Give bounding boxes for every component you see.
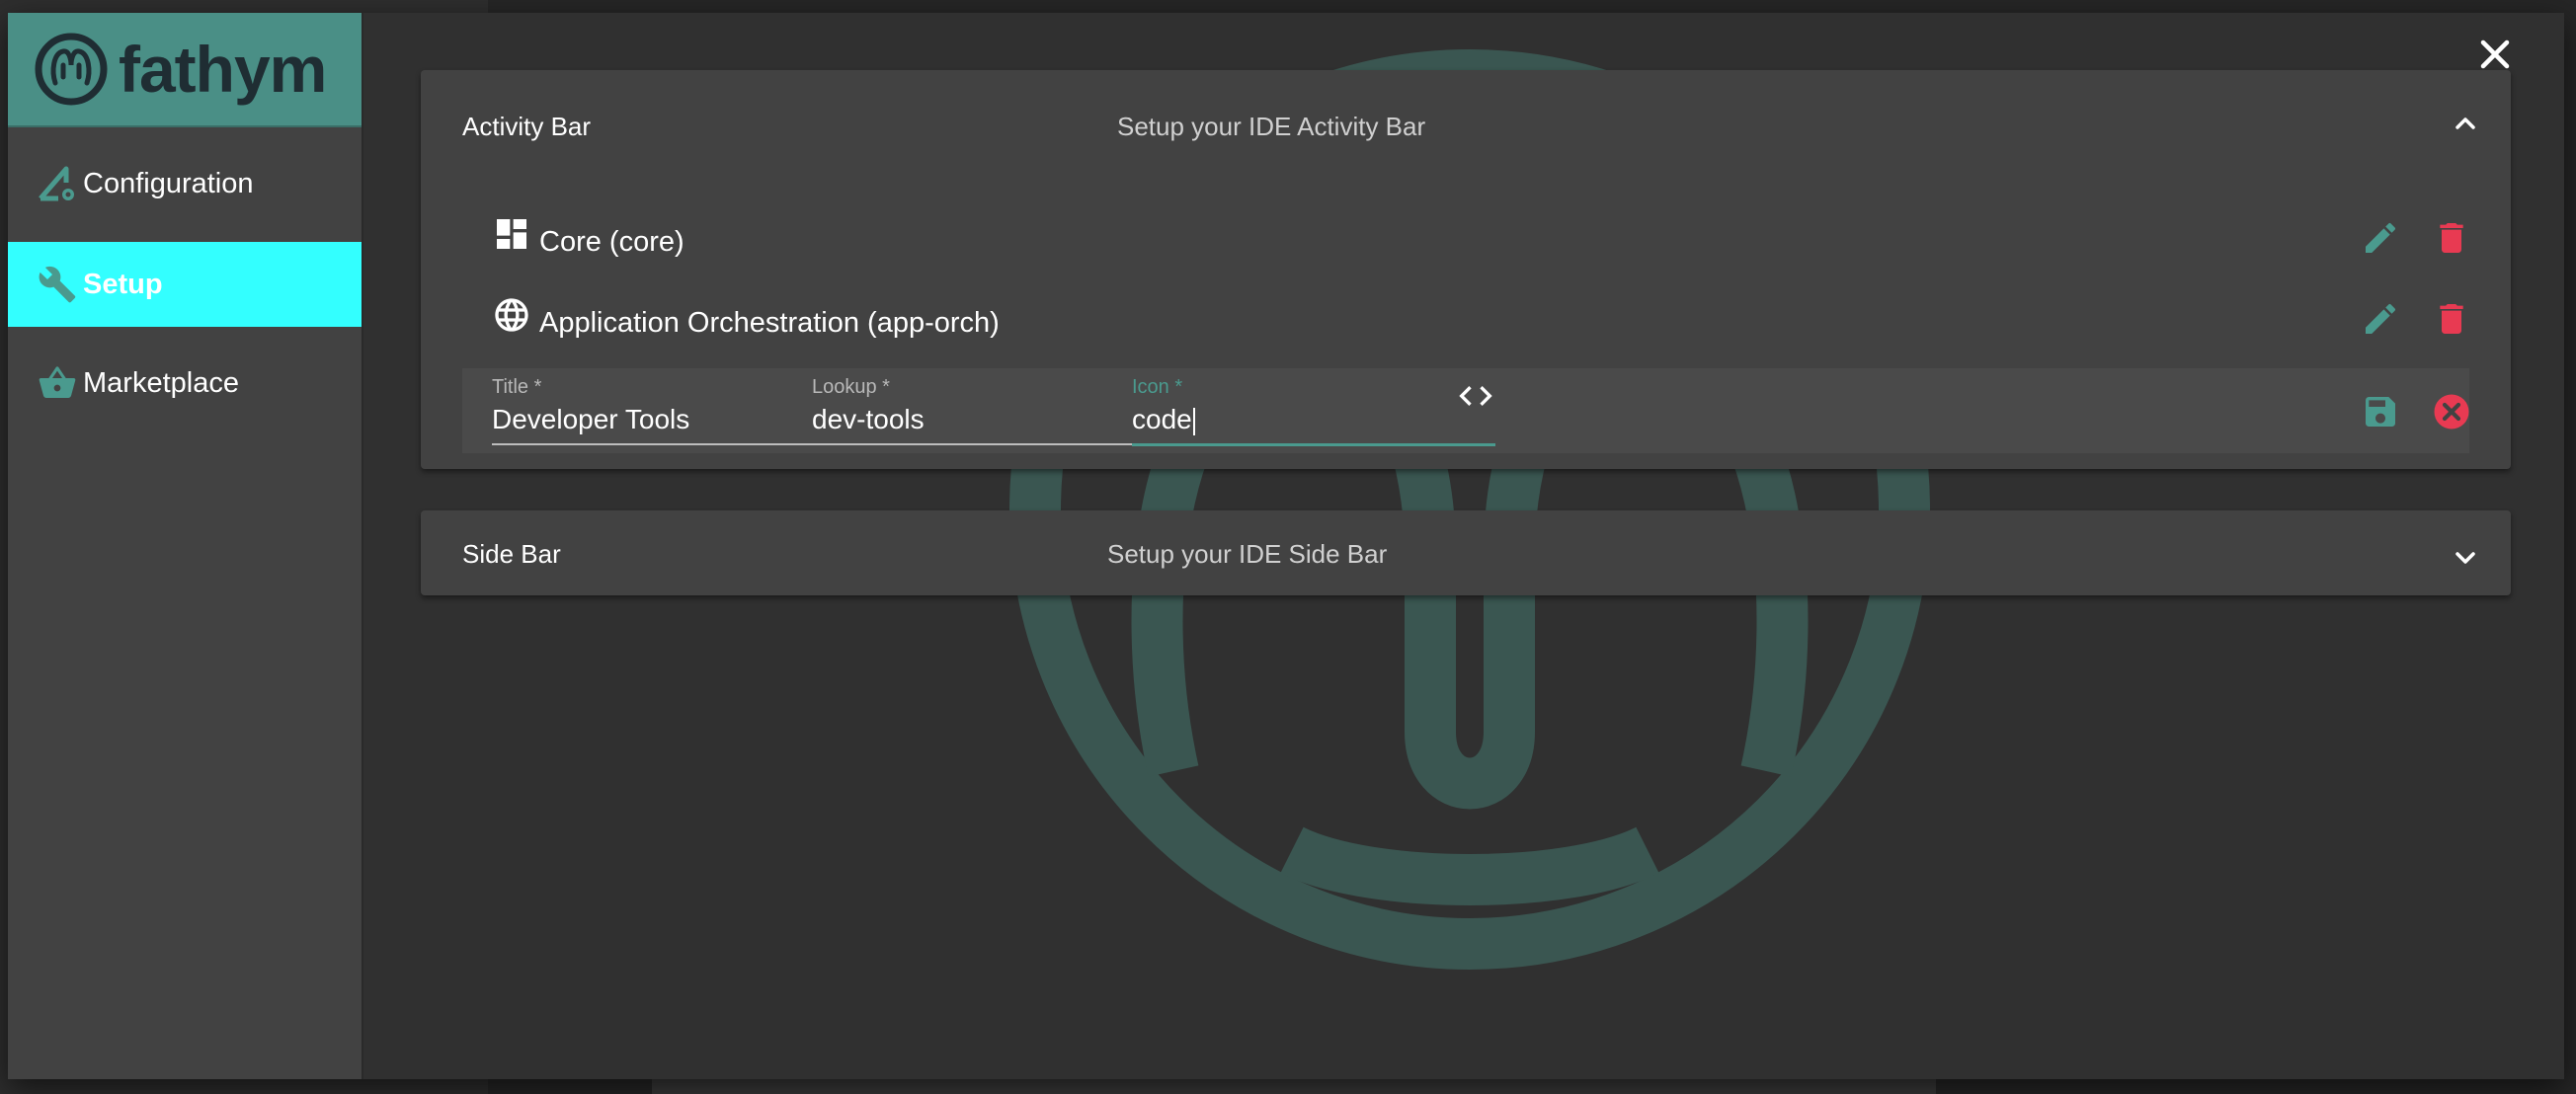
settings-triangle-icon: [36, 162, 79, 205]
close-icon: [2480, 39, 2510, 69]
lookup-underline: [812, 443, 1132, 445]
save-button[interactable]: [2357, 388, 2404, 435]
chevron-down-icon[interactable]: [2448, 540, 2483, 576]
activity-item-edit-form: Title * Developer Tools Lookup * dev-too…: [462, 368, 2469, 453]
wrench-icon: [36, 263, 79, 306]
activity-bar-header[interactable]: Activity Bar Setup your IDE Activity Bar: [421, 70, 2511, 181]
panel-description: Setup your IDE Activity Bar: [1117, 112, 1426, 141]
panel-title: Activity Bar: [462, 112, 592, 141]
activity-item: Application Orchestration (app-orch): [462, 289, 2469, 368]
lookup-field-label: Lookup *: [812, 376, 890, 398]
code-icon: [1452, 376, 1499, 416]
cancel-circle-icon: [2434, 394, 2469, 430]
save-icon: [2366, 397, 2395, 427]
edit-button[interactable]: [2357, 214, 2404, 262]
side-bar-panel: Side Bar Setup your IDE Side Bar: [421, 510, 2511, 595]
delete-button[interactable]: [2428, 214, 2475, 262]
pencil-icon: [2366, 303, 2396, 334]
panel-title: Side Bar: [462, 539, 561, 569]
shopping-basket-icon: [36, 361, 79, 405]
title-underline: [492, 443, 812, 445]
side-bar-header[interactable]: Side Bar Setup your IDE Side Bar: [421, 510, 2511, 595]
trash-icon: [2440, 304, 2463, 334]
pencil-icon: [2366, 222, 2396, 253]
title-input[interactable]: Developer Tools: [492, 404, 689, 435]
activity-bar-panel: Activity Bar Setup your IDE Activity Bar…: [421, 70, 2511, 469]
brand-wordmark: fathym: [119, 33, 327, 106]
panel-description: Setup your IDE Side Bar: [1107, 539, 1388, 569]
lookup-input[interactable]: dev-tools: [812, 404, 925, 435]
octopus-logo-icon: [35, 33, 108, 106]
nav-item-label: Configuration: [83, 167, 254, 199]
title-field-label: Title *: [492, 376, 542, 398]
nav-item-label: Marketplace: [83, 366, 239, 399]
text-caret: [1192, 407, 1195, 435]
activity-item-label: Core (core): [539, 226, 684, 258]
backdrop-footer: [652, 1078, 1936, 1094]
activity-item-label: Application Orchestration (app-orch): [539, 307, 1000, 339]
setup-dialog: fathym Configuration Setup Marketplace A…: [8, 13, 2564, 1079]
chevron-up-icon[interactable]: [2448, 106, 2483, 141]
icon-underline: [1132, 443, 1495, 446]
edit-button[interactable]: [2357, 295, 2404, 343]
icon-input[interactable]: code: [1132, 404, 1195, 435]
main-content: Activity Bar Setup your IDE Activity Bar…: [363, 13, 2564, 1079]
delete-button[interactable]: [2428, 295, 2475, 343]
nav-item-configuration[interactable]: Configuration: [8, 141, 362, 226]
sidenav: fathym Configuration Setup Marketplace: [8, 13, 363, 1079]
nav-item-setup[interactable]: Setup: [8, 242, 362, 327]
dashboard-icon: [492, 214, 531, 254]
icon-input-value: code: [1132, 404, 1192, 434]
activity-item: Core (core): [462, 208, 2469, 287]
nav-item-marketplace[interactable]: Marketplace: [8, 341, 362, 426]
globe-icon: [492, 295, 531, 335]
nav-item-label: Setup: [83, 268, 163, 300]
fathym-logo: fathym: [8, 13, 362, 127]
cancel-button[interactable]: [2428, 388, 2475, 435]
icon-field-label: Icon *: [1132, 376, 1183, 398]
trash-icon: [2440, 223, 2463, 253]
